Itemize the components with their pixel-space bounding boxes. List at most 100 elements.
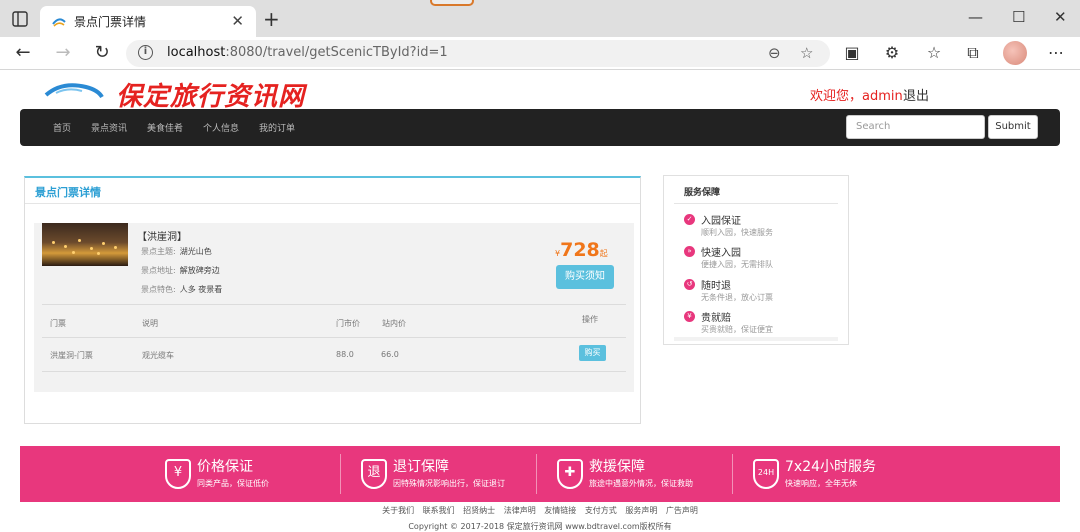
footer-link[interactable]: 法律声明	[504, 506, 536, 515]
price-compensation-icon: ¥	[684, 311, 695, 322]
refund-shield-icon: 退	[361, 459, 387, 489]
footer-link[interactable]: 友情链接	[544, 506, 576, 515]
browser-toolbar: ← → ↻ i localhost:8080/travel/getScenicT…	[0, 37, 1080, 70]
band-item-title: 退订保障	[393, 459, 449, 475]
nav-item-orders[interactable]: 我的订单	[259, 121, 295, 134]
service-item: » 快速入园 便捷入园，无需排队	[684, 244, 844, 272]
more-menu-icon[interactable]: ⋯	[1046, 43, 1066, 62]
refund-anytime-icon: ↺	[684, 279, 695, 290]
price-shield-icon: ¥	[165, 459, 191, 489]
table-divider	[42, 337, 626, 338]
main-navbar: 首页 景点资讯 美食佳肴 个人信息 我的订单 Search Submit	[20, 109, 1060, 146]
footer-link[interactable]: 支付方式	[585, 506, 617, 515]
service-divider	[674, 203, 838, 204]
row-site-price: 66.0	[381, 350, 399, 359]
ticket-info-box: 【洪崖洞】 景点主题: 湖光山色 景点地址: 解放碑旁边 景点特色: 人多 夜景看 ¥…	[34, 223, 634, 392]
buy-notice-button[interactable]: 购买须知	[556, 265, 614, 289]
ticket-price: ¥728起	[555, 239, 608, 261]
service-item-sub: 顺利入园，快速服务	[701, 228, 773, 237]
minimize-icon[interactable]: —	[968, 8, 983, 26]
reload-icon[interactable]: ↻	[91, 42, 113, 63]
service-title: 服务保障	[684, 188, 721, 198]
service-item-title: 贵就赔	[701, 313, 731, 324]
band-item-title: 价格保证	[197, 459, 253, 475]
page-content: 保定旅行资讯网 欢迎您，admin 退出 首页 景点资讯 美食佳肴 个人信息 我…	[0, 71, 1080, 532]
forward-icon[interactable]: →	[52, 42, 74, 63]
service-item: ✓ 入园保证 顺利入园，快速服务	[684, 212, 844, 240]
service-guarantee-box: 服务保障 ✓ 入园保证 顺利入园，快速服务 » 快速入园 便捷入园，无需排队 ↺…	[663, 175, 849, 345]
close-tab-icon[interactable]: ✕	[231, 12, 244, 30]
tab-actions-icon[interactable]	[10, 9, 30, 29]
tab-title: 景点门票详情	[74, 15, 147, 29]
close-window-icon[interactable]: ✕	[1054, 8, 1067, 26]
browser-tabstrip: 景点门票详情 ✕ + — ☐ ✕	[0, 0, 1080, 37]
fast-entry-icon: »	[684, 246, 695, 257]
search-input[interactable]: Search	[846, 115, 985, 139]
site-info-icon[interactable]: i	[138, 45, 153, 60]
service-item-sub: 便捷入园，无需排队	[701, 260, 773, 269]
scenic-feature: 景点特色: 人多 夜景看	[141, 285, 223, 294]
service-item-sub: 买贵就赔，保证便宜	[701, 325, 773, 334]
extension-icon[interactable]: ▣	[842, 43, 862, 62]
welcome-text: 欢迎您，admin	[810, 89, 903, 104]
band-divider	[732, 454, 733, 494]
footer-link[interactable]: 联系我们	[423, 506, 455, 515]
address-bar[interactable]: i localhost:8080/travel/getScenicTById?i…	[126, 40, 830, 67]
service-item-title: 随时退	[701, 281, 731, 292]
rescue-shield-icon: ✚	[557, 459, 583, 489]
service-item: ¥ 贵就赔 买贵就赔，保证便宜	[684, 309, 844, 337]
footer-link[interactable]: 招贤纳士	[463, 506, 495, 515]
profile-avatar[interactable]	[1003, 41, 1027, 65]
col-header-site-price: 站内价	[382, 319, 406, 328]
panel-title: 景点门票详情	[35, 186, 101, 199]
scenic-theme: 景点主题: 湖光山色	[141, 247, 212, 256]
nav-item-profile[interactable]: 个人信息	[203, 121, 239, 134]
band-item-title: 7x24小时服务	[785, 459, 877, 475]
footer-link[interactable]: 关于我们	[382, 506, 414, 515]
service-item-sub: 无条件退，放心订票	[701, 293, 773, 302]
entry-guarantee-icon: ✓	[684, 214, 695, 225]
footer-link[interactable]: 服务声明	[625, 506, 657, 515]
favorites-icon[interactable]: ☆	[924, 43, 944, 62]
favorite-star-icon[interactable]: ☆	[800, 44, 813, 62]
band-item-sub: 快速响应，全年无休	[785, 479, 857, 488]
service-item-title: 快速入园	[701, 248, 741, 259]
site-title: 保定旅行资讯网	[116, 82, 306, 112]
copyright-text: Copyright © 2017-2018 保定旅行资讯网 www.bdtrav…	[408, 522, 672, 531]
guarantee-band: ¥ 价格保证 同类产品，保证低价 退 退订保障 因特殊情况影响出行，保证退订 ✚…	[20, 446, 1060, 502]
collections-icon[interactable]: ⧉	[963, 43, 983, 63]
tab-scroll-indicator	[430, 0, 474, 6]
logout-link[interactable]: 退出	[903, 85, 929, 104]
buy-button[interactable]: 购买	[579, 345, 606, 361]
table-divider	[42, 371, 626, 372]
service-footer-bar	[674, 337, 838, 341]
nav-item-home[interactable]: 首页	[53, 121, 71, 134]
panel-header: 景点门票详情	[25, 178, 640, 204]
col-header-desc: 说明	[142, 319, 158, 328]
service-item-title: 入园保证	[701, 216, 741, 227]
table-divider	[42, 304, 626, 305]
footer-links: 关于我们 联系我们 招贤纳士 法律声明 友情链接 支付方式 服务声明 广告声明	[0, 505, 1080, 516]
puzzle-extensions-icon[interactable]: ⚙	[882, 43, 902, 62]
zoom-icon[interactable]: ⊖	[768, 44, 781, 62]
24h-shield-icon: 24H	[753, 459, 779, 489]
site-logo[interactable]	[42, 79, 106, 107]
row-desc: 观光缆车	[142, 351, 174, 360]
band-item-title: 救援保障	[589, 459, 645, 475]
row-ticket-name: 洪崖洞-门票	[50, 351, 93, 360]
footer-link[interactable]: 广告声明	[666, 506, 698, 515]
scenic-thumbnail[interactable]	[42, 223, 128, 266]
browser-tab-active[interactable]: 景点门票详情 ✕	[40, 6, 256, 37]
new-tab-icon[interactable]: +	[263, 7, 280, 31]
url-text[interactable]: localhost:8080/travel/getScenicTById?id=…	[167, 45, 448, 60]
ticket-detail-panel: 景点门票详情 【洪崖洞】 景点主题: 湖光山色 景点地址: 解放碑旁边 景点特色: 人…	[24, 176, 641, 424]
nav-item-scenic[interactable]: 景点资讯	[91, 121, 127, 134]
back-icon[interactable]: ←	[12, 42, 34, 63]
col-header-market-price: 门市价	[336, 319, 360, 328]
col-header-ticket: 门票	[50, 319, 66, 328]
scenic-name: 【洪崖洞】	[137, 232, 187, 243]
maximize-icon[interactable]: ☐	[1012, 8, 1025, 26]
search-submit-button[interactable]: Submit	[988, 115, 1038, 139]
band-item-sub: 同类产品，保证低价	[197, 479, 269, 488]
nav-item-food[interactable]: 美食佳肴	[147, 121, 183, 134]
